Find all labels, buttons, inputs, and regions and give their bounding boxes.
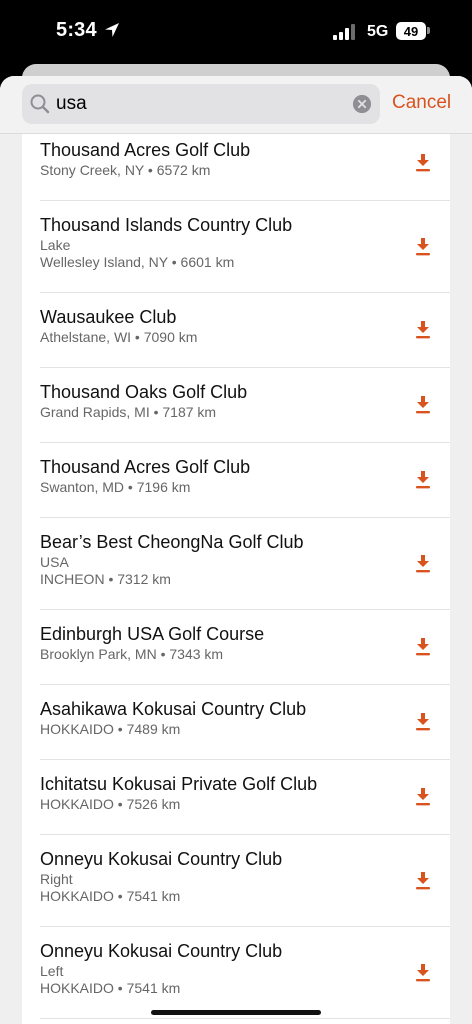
download-icon[interactable]: [414, 637, 432, 657]
course-detail: Stony Creek, NY • 6572 km: [40, 162, 211, 178]
download-icon[interactable]: [414, 237, 432, 257]
course-detail: HOKKAIDO • 7541 km: [40, 888, 181, 904]
download-icon[interactable]: [414, 153, 432, 173]
download-icon[interactable]: [414, 470, 432, 490]
course-row[interactable]: Ichitatsu Kokusai Private Golf Club HOKKA…: [22, 760, 450, 835]
search-field[interactable]: [22, 84, 380, 124]
network-type: 5G: [367, 23, 389, 40]
home-indicator[interactable]: [151, 1010, 321, 1015]
download-icon[interactable]: [414, 554, 432, 574]
course-detail: Grand Rapids, MI • 7187 km: [40, 404, 217, 420]
download-icon[interactable]: [414, 871, 432, 891]
course-detail: Swanton, MD • 7196 km: [40, 479, 191, 495]
course-name: Edinburgh USA Golf Course: [40, 624, 265, 644]
course-name: Thousand Islands Country Club: [40, 215, 293, 235]
cancel-button[interactable]: Cancel: [392, 92, 451, 114]
course-detail: Left: [40, 963, 64, 979]
search-icon: [30, 94, 50, 114]
cellular-signal-icon: [333, 24, 355, 40]
status-bar: 5:34 5G 49: [0, 0, 472, 64]
clear-icon[interactable]: [353, 95, 371, 113]
battery-level: 49: [403, 23, 419, 39]
results-list[interactable]: Thousand Acres Golf Club Stony Creek, NY …: [22, 134, 450, 1024]
course-name: Bear’s Best CheongNa Golf Club: [40, 532, 304, 552]
course-detail: Athelstane, WI • 7090 km: [40, 329, 198, 345]
download-icon[interactable]: [414, 320, 432, 340]
download-icon[interactable]: [414, 787, 432, 807]
search-input[interactable]: [56, 84, 346, 124]
course-detail: USA: [40, 554, 69, 570]
course-name: Thousand Acres Golf Club: [40, 457, 251, 477]
course-row[interactable]: Wausaukee Club Athelstane, WI • 7090 km: [22, 293, 450, 368]
course-detail: HOKKAIDO • 7489 km: [40, 721, 181, 737]
course-detail: INCHEON • 7312 km: [40, 571, 171, 587]
course-name: Onneyu Kokusai Country Club: [40, 849, 283, 869]
course-row[interactable]: Thousand Oaks Golf Club Grand Rapids, MI …: [22, 368, 450, 443]
download-icon[interactable]: [414, 712, 432, 732]
course-name: Wausaukee Club: [40, 307, 177, 327]
course-name: Asahikawa Kokusai Country Club: [40, 699, 307, 719]
course-detail: Right: [40, 871, 73, 887]
location-arrow-icon: [105, 23, 119, 37]
course-detail: Brooklyn Park, MN • 7343 km: [40, 646, 224, 662]
course-row[interactable]: Thousand Islands Country Club Lake Wellesl…: [22, 201, 450, 293]
course-row[interactable]: Thousand Acres Golf Club Swanton, MD • 71…: [22, 443, 450, 518]
course-name: Thousand Oaks Golf Club: [40, 382, 248, 402]
course-row[interactable]: Asahikawa Kokusai Country Club HOKKAIDO •…: [22, 685, 450, 760]
status-time: 5:34: [56, 19, 97, 41]
download-icon[interactable]: [414, 395, 432, 415]
course-row[interactable]: Edinburgh USA Golf Course Brooklyn Park, …: [22, 610, 450, 685]
course-row[interactable]: Onneyu Kokusai Country Club Left HOKKAIDO …: [22, 927, 450, 1019]
search-header: Cancel: [0, 76, 472, 134]
course-detail: Lake: [40, 237, 71, 253]
course-row[interactable]: Bear’s Best CheongNa Golf Club USA INCHEON…: [22, 518, 450, 610]
search-sheet: Cancel Thousand Acres Golf Club Stony Cre…: [0, 76, 472, 1024]
battery-cap: [427, 27, 430, 34]
course-detail: Wellesley Island, NY • 6601 km: [40, 254, 235, 270]
battery-icon: 49: [396, 22, 426, 40]
download-icon[interactable]: [414, 963, 432, 983]
course-detail: HOKKAIDO • 7526 km: [40, 796, 181, 812]
course-name: Ichitatsu Kokusai Private Golf Club: [40, 774, 318, 794]
course-row[interactable]: Thousand Acres Golf Club Stony Creek, NY …: [22, 134, 450, 201]
course-detail: HOKKAIDO • 7541 km: [40, 980, 181, 996]
course-name: Onneyu Kokusai Country Club: [40, 941, 283, 961]
results-list-content: Thousand Acres Golf Club Stony Creek, NY …: [22, 134, 450, 1019]
course-row[interactable]: Onneyu Kokusai Country Club Right HOKKAIDO…: [22, 835, 450, 927]
course-name: Thousand Acres Golf Club: [40, 140, 251, 160]
